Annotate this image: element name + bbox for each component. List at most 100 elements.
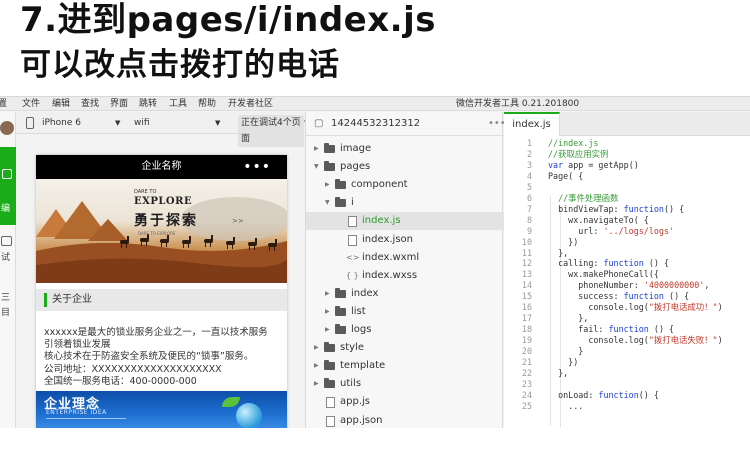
network-select[interactable]: wifi — [134, 112, 150, 134]
tree-item-label: logs — [351, 324, 372, 335]
about-section-header: 关于企业 — [36, 289, 287, 311]
code-text: bindViewTap: function() { — [548, 203, 685, 214]
line-number: 11 — [521, 247, 532, 258]
menu-view[interactable]: 界面 — [110, 97, 128, 111]
file-tree-header: ▢ 14244532312312 ••• — [306, 112, 506, 136]
line-number: 1 — [526, 138, 532, 148]
avatar[interactable] — [0, 121, 14, 135]
code-text: //获取应用实例 — [548, 148, 609, 159]
menu-tools[interactable]: 工具 — [169, 97, 187, 111]
chevron-down-icon[interactable]: ▼ — [325, 194, 330, 212]
tree-folder-utils[interactable]: ▶ utils — [306, 375, 504, 393]
tree-folder-style[interactable]: ▶ style — [306, 339, 504, 357]
globe-graphic — [236, 403, 262, 428]
code-text: wx.makePhoneCall({ — [548, 269, 659, 280]
chevron-right-icon[interactable]: ▶ — [325, 285, 330, 303]
code-text: }, — [548, 367, 569, 378]
code-line: 25 ... — [504, 401, 750, 412]
code-text: } — [548, 346, 584, 357]
chevron-down-icon[interactable]: ▼ — [314, 158, 319, 176]
menu-community[interactable]: 开发者社区 — [228, 97, 273, 111]
chevron-right-icon[interactable]: ▶ — [314, 140, 319, 158]
menu-file[interactable]: 文件 — [22, 97, 40, 111]
tree-folder-list[interactable]: ▶ list — [306, 303, 504, 321]
code-area[interactable]: 1//index.js 2//获取应用实例 3 var app = getApp() 4… — [504, 136, 750, 428]
code-text: console.log("拨打电话成功！") — [548, 302, 723, 313]
about-line: 公司地址：XXXXXXXXXXXXXXXXXXXX — [44, 363, 222, 375]
code-line: 13 wx.makePhoneCall({ — [504, 269, 750, 280]
debug-icon[interactable] — [1, 236, 12, 246]
more-icon[interactable]: ••• — [243, 155, 271, 179]
simulator-title: 企业名称 — [141, 161, 182, 172]
about-line: 核心技术在于防盗安全系统及便民的“锁事”服务。 — [44, 351, 254, 363]
menu-find[interactable]: 查找 — [81, 97, 99, 111]
chevron-right-icon[interactable]: ▶ — [314, 339, 319, 357]
tree-folder-logs[interactable]: ▶ logs — [306, 321, 504, 339]
code-text: console.log("拨打电话失败！") — [548, 335, 723, 346]
about-line: xxxxxx是最大的锁业服务企业之一，一直以技术服务 — [44, 327, 268, 338]
file-icon — [326, 397, 335, 409]
code-line: 23 — [504, 379, 750, 390]
editor-toggle-button[interactable]: 编 — [0, 147, 16, 225]
code-line: 22 }, — [504, 368, 750, 379]
project-name: 14244532312312 — [331, 118, 421, 129]
chevron-down-icon[interactable]: ▼ — [215, 112, 220, 134]
code-editor: index.js 1 //index.js 2 //获取应用实例 3 var app = … — [504, 112, 750, 428]
tree-file-index-wxss[interactable]: { } index.wxss — [306, 267, 504, 285]
banner-headline: EXPLORE — [134, 196, 193, 207]
tree-item-label: index — [351, 287, 379, 299]
phone-simulator: 企业名称 ••• DARE TO EXPLORE 勇于探索 >> DARE TO… — [36, 155, 287, 428]
tree-folder-component[interactable]: ▶ component — [306, 176, 504, 194]
tree-item-label: index.js — [362, 215, 401, 227]
chevron-right-icon[interactable]: ▶ — [325, 176, 330, 194]
menu-help[interactable]: 帮助 — [198, 97, 216, 111]
tree-folder-pages[interactable]: ▼ pages — [306, 158, 504, 176]
tree-item-label: list — [351, 305, 366, 317]
folder-icon — [324, 378, 335, 389]
code-icon: <> — [346, 252, 360, 262]
tree-file-index-json[interactable]: index.json — [306, 231, 504, 249]
tree-folder-image[interactable]: ▶ image — [306, 140, 504, 158]
about-line[interactable]: 全国统一服务电话：400-0000-000 — [44, 376, 282, 388]
tree-item-label: pages — [340, 161, 371, 173]
code-line: 17 }, — [504, 313, 750, 324]
menu-goto[interactable]: 跳转 — [139, 97, 157, 111]
device-toolbar: iPhone 6 ▼ wifi ▼ 正在调试4个页面 ▼ — [16, 112, 309, 147]
line-number: 16 — [521, 302, 532, 313]
line-number: 21 — [521, 357, 532, 367]
banner-small-text: DARE TO — [134, 189, 157, 195]
tree-folder-index[interactable]: ▶ index — [306, 285, 504, 303]
collapse-icon[interactable]: ▢ — [314, 112, 323, 136]
tree-folder-i[interactable]: ▼ i — [306, 194, 504, 212]
menu-settings[interactable]: 置 — [0, 97, 7, 111]
folder-icon — [324, 161, 335, 172]
tree-file-app-js[interactable]: app.js — [306, 393, 504, 411]
line-number: 8 — [526, 214, 532, 225]
chevron-right-icon[interactable]: ▶ — [325, 303, 330, 321]
chevron-down-icon[interactable]: ▼ — [115, 112, 120, 134]
file-tree-panel: ▢ 14244532312312 ••• ▶ image ▼ pages ▶ compon… — [305, 112, 506, 429]
tree-item-label: index.wxml — [362, 251, 420, 263]
debug-status-select[interactable]: 正在调试4个页面 — [238, 115, 304, 147]
tree-file-app-json[interactable]: app.json — [306, 412, 504, 429]
code-line: 19 console.log("拨打电话失败！") — [504, 335, 750, 346]
line-number: 20 — [521, 346, 532, 357]
tab-index-js[interactable]: index.js — [504, 112, 560, 136]
tree-file-index-js[interactable]: index.js — [306, 212, 504, 231]
menu-edit[interactable]: 编辑 — [52, 97, 70, 111]
window-title: 微信开发者工具 0.21.201800 — [456, 99, 580, 109]
tree-item-label: utils — [340, 378, 362, 390]
tree-file-index-wxml[interactable]: <> index.wxml — [306, 249, 504, 267]
device-select[interactable]: iPhone 6 — [42, 112, 81, 134]
line-number: 4 — [526, 170, 532, 181]
chevron-right-icon[interactable]: ▶ — [325, 321, 330, 339]
code-line: 24 onLoad: function() { — [504, 390, 750, 401]
chevron-right-icon[interactable]: ▶ — [314, 357, 319, 375]
section-accent — [44, 293, 47, 307]
tree-folder-template[interactable]: ▶ template — [306, 357, 504, 375]
code-line: 11 }, — [504, 248, 750, 259]
tree-item-label: image — [340, 143, 372, 154]
chevron-right-icon[interactable]: ▶ — [314, 375, 319, 393]
banner-image[interactable]: DARE TO EXPLORE 勇于探索 >> DARE TO EXPLORE — [36, 179, 287, 283]
folder-icon — [335, 287, 346, 298]
